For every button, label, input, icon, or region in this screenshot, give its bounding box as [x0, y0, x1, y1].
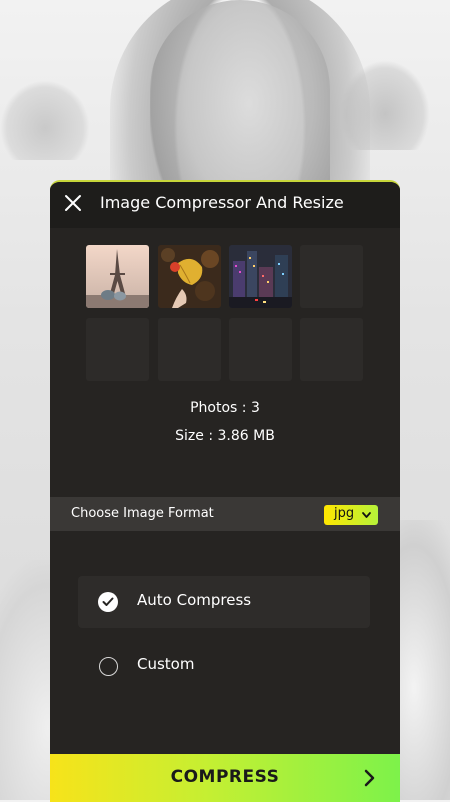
photo-stats: Photos : 3 Size : 3.86 MB	[50, 398, 400, 454]
photo-thumbnail-leaf[interactable]	[158, 245, 221, 308]
empty-photo-slot[interactable]	[300, 245, 363, 308]
close-icon	[65, 195, 81, 211]
eiffel-tower-photo	[86, 245, 149, 308]
empty-photo-slot[interactable]	[158, 318, 221, 381]
photo-grid	[86, 245, 366, 385]
auto-compress-label: Auto Compress	[137, 591, 252, 609]
autumn-leaf-photo	[158, 245, 221, 308]
format-label: Choose Image Format	[71, 506, 214, 521]
dialog-header: Image Compressor And Resize	[50, 182, 400, 228]
city-night-photo	[229, 245, 292, 308]
chevron-right-icon	[364, 769, 375, 787]
custom-option[interactable]: Custom	[78, 640, 370, 692]
photo-thumbnail-city[interactable]	[229, 245, 292, 308]
auto-compress-radio[interactable]	[98, 592, 118, 612]
auto-compress-option[interactable]: Auto Compress	[78, 576, 370, 628]
background-plant-left	[0, 80, 90, 160]
compressor-dialog: Image Compressor And Resize Photos: 3 S…	[50, 180, 400, 802]
compress-button[interactable]: COMPRESS	[50, 754, 400, 802]
format-value: jpg	[334, 506, 355, 521]
custom-label: Custom	[137, 655, 195, 673]
custom-radio[interactable]	[99, 657, 118, 676]
empty-photo-slot[interactable]	[300, 318, 363, 381]
photo-count: Photos : 3	[190, 400, 260, 416]
chevron-down-icon	[362, 512, 371, 518]
photo-size: Size : 3.86 MB	[175, 428, 275, 444]
close-button[interactable]	[62, 192, 84, 214]
photo-thumbnail-eiffel[interactable]	[86, 245, 149, 308]
compress-button-label: COMPRESS	[170, 767, 280, 787]
format-bar: Choose Image Format jpg	[50, 497, 400, 531]
empty-photo-slot[interactable]	[86, 318, 149, 381]
empty-photo-slot[interactable]	[229, 318, 292, 381]
dialog-title: Image Compressor And Resize	[100, 193, 344, 212]
format-dropdown[interactable]: jpg	[324, 505, 378, 525]
checkmark-icon	[102, 597, 114, 606]
